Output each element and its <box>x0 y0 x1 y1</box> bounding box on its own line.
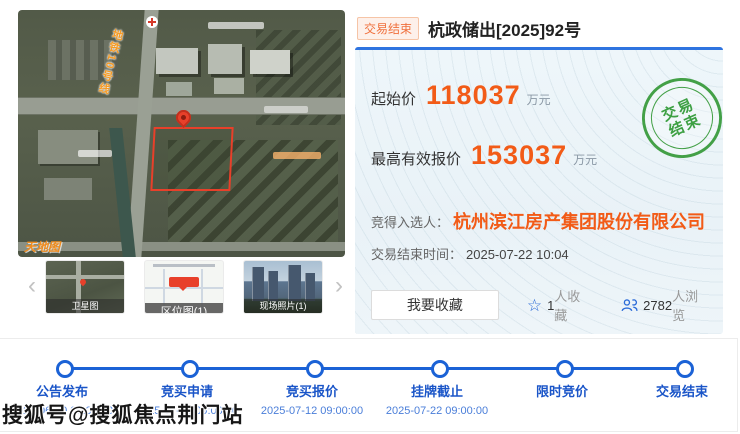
transaction-info-card: 起始价 118037 万元 最高有效报价 153037 万元 交易 结束 竞得入… <box>355 47 723 334</box>
winner-label: 竞得入选人： <box>371 212 449 231</box>
status-badge: 交易结束 <box>357 17 419 40</box>
map-building <box>166 82 192 96</box>
map-building <box>214 78 244 94</box>
timeline-step-label: 挂牌截止 <box>372 381 502 400</box>
map-provider-logo: 天地图 <box>24 238 60 255</box>
sohu-watermark: 搜狐号@搜狐焦点荆门站 <box>2 399 243 429</box>
views-stat: 2782 人浏览 <box>621 286 711 324</box>
deal-closed-stamp-inner: 交易 结束 <box>641 77 723 159</box>
start-price-label: 起始价 <box>371 88 416 109</box>
header: 交易结束 杭政储出[2025]92号 <box>357 16 581 40</box>
start-price-value: 118037 <box>426 80 521 111</box>
favorites-suffix: 人收藏 <box>554 286 593 324</box>
timeline-node-deadline <box>431 360 449 378</box>
timeline-step-label: 限时竞价 <box>497 381 627 400</box>
thumb-building <box>288 265 301 301</box>
winner-name: 杭州滨江房产集团股份有限公司 <box>453 208 705 234</box>
thumbnail-site-photo[interactable]: 现场照片(1) <box>244 261 322 313</box>
timeline-step: 挂牌截止 2025-07-22 09:00:00 <box>372 381 502 417</box>
thumbnail-label: 卫星图 <box>46 299 124 313</box>
start-price-unit: 万元 <box>527 91 551 108</box>
land-auction-detail-page: 地铁10号线 天地图 ‹ › 卫星图 区位图(1) 现场照片(1) <box>0 0 740 434</box>
timeline-step-label: 公告发布 <box>0 381 127 400</box>
highest-bid-row: 最高有效报价 153037 万元 <box>371 140 597 171</box>
thumbnail-location-map[interactable]: 区位图(1) <box>145 261 223 313</box>
map-building <box>208 44 242 74</box>
thumb-parcel-marker <box>169 277 199 287</box>
thumb-caption-bar <box>153 264 215 267</box>
hospital-cross-icon <box>146 16 158 28</box>
page-title: 杭政储出[2025]92号 <box>428 16 581 41</box>
timeline-step: 限时竞价 <box>497 381 627 405</box>
highest-bid-unit: 万元 <box>573 151 597 168</box>
thumbnail-label: 现场照片(1) <box>244 299 322 313</box>
favorite-button[interactable]: 我要收藏 <box>371 290 499 320</box>
end-time-row: 交易结束时间： 2025-07-22 10:04 <box>371 244 569 263</box>
timeline-node-closed <box>676 360 694 378</box>
star-icon[interactable]: ☆ <box>527 297 542 314</box>
timeline-node-bid <box>306 360 324 378</box>
map-road-horizontal-2 <box>18 242 345 251</box>
highest-bid-value: 153037 <box>471 140 567 171</box>
land-parcel-outline <box>150 127 233 191</box>
end-time-label: 交易结束时间： <box>371 247 462 262</box>
timeline-step: 交易结束 <box>617 381 740 405</box>
timeline-connector <box>62 367 682 370</box>
deal-closed-stamp: 交易 结束 <box>629 65 735 171</box>
map-building <box>38 130 98 164</box>
thumbnail-satellite[interactable]: 卫星图 <box>46 261 124 313</box>
timeline-node-apply <box>181 360 199 378</box>
map-building <box>44 178 92 200</box>
views-suffix: 人浏览 <box>672 286 711 324</box>
timeline-step: 竞买报价 2025-07-12 09:00:00 <box>247 381 377 417</box>
highest-bid-label: 最高有效报价 <box>371 148 461 169</box>
gallery-next-icon[interactable]: › <box>335 274 343 298</box>
map-text-label <box>208 22 264 29</box>
timeline-node-limited-bidding <box>556 360 574 378</box>
views-count: 2782 <box>643 298 672 313</box>
end-time-value: 2025-07-22 10:04 <box>466 247 569 262</box>
start-price-row: 起始价 118037 万元 <box>371 80 551 111</box>
thumb-building <box>252 267 264 301</box>
map-building <box>156 48 198 74</box>
actions-row: 我要收藏 ☆ 1 人收藏 2782 人浏览 <box>371 286 711 324</box>
map-building <box>250 50 290 74</box>
thumb-building <box>305 273 315 301</box>
timeline-node-announcement <box>56 360 74 378</box>
winner-row: 竞得入选人： 杭州滨江房产集团股份有限公司 <box>371 208 705 234</box>
timeline-step-date: 2025-07-12 09:00:00 <box>247 405 377 417</box>
map-text-label <box>78 150 112 157</box>
timeline-step-label: 竞买报价 <box>247 381 377 400</box>
viewers-icon <box>621 298 638 312</box>
favorites-stat[interactable]: ☆ 1 人收藏 <box>527 286 593 324</box>
timeline-step-label: 竞买申请 <box>122 381 252 400</box>
map-text-label <box>273 152 321 159</box>
thumb-building <box>268 271 278 301</box>
satellite-map[interactable]: 地铁10号线 天地图 <box>18 10 345 257</box>
gallery-prev-icon[interactable]: ‹ <box>28 274 36 298</box>
map-text-label <box>264 106 308 113</box>
thumbnail-label-selected: 区位图(1) <box>145 303 223 313</box>
media-gallery: ‹ › 卫星图 区位图(1) 现场照片(1) <box>18 260 345 324</box>
timeline-step-label: 交易结束 <box>617 381 740 400</box>
thumb-road <box>46 275 124 279</box>
favorites-count: 1 <box>547 298 554 313</box>
timeline-step-date: 2025-07-22 09:00:00 <box>372 405 502 417</box>
